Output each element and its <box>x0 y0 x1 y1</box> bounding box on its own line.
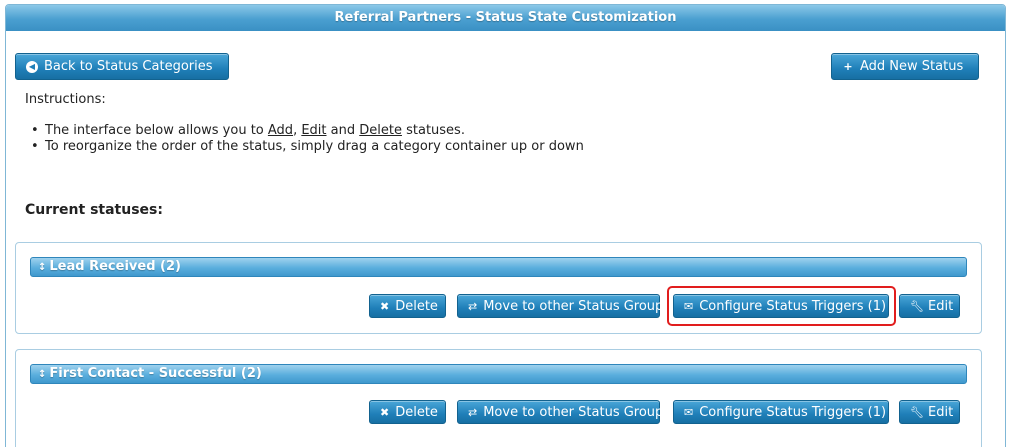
add-new-status-button[interactable]: + Add New Status <box>831 53 979 80</box>
current-statuses-heading: Current statuses: <box>25 202 163 218</box>
status-container[interactable]: ↕ First Contact - Successful (2) <box>15 349 982 447</box>
updown-arrow-icon: ↕ <box>38 262 47 273</box>
updown-arrow-icon: ↕ <box>38 369 47 380</box>
delete-status-button[interactable]: ✖ Delete <box>369 400 446 424</box>
instructions-heading: Instructions: <box>25 92 106 107</box>
triggers-label: Configure Status Triggers (1) <box>699 404 887 420</box>
triggers-label: Configure Status Triggers (1) <box>699 298 887 314</box>
delete-label: Delete <box>395 404 438 420</box>
edit-label: Edit <box>928 298 954 314</box>
x-icon: ✖ <box>380 405 390 419</box>
delete-status-button[interactable]: ✖ Delete <box>369 294 446 318</box>
plus-icon: + <box>843 60 853 73</box>
x-icon: ✖ <box>380 299 390 313</box>
panel-title: Referral Partners - Status State Customi… <box>6 5 1005 31</box>
edit-status-button[interactable]: 🔧︎ Edit <box>899 294 960 318</box>
instruction-text: and <box>326 123 360 138</box>
instruction-item: The interface below allows you to Add, E… <box>29 123 589 139</box>
delete-link: Delete <box>359 123 402 138</box>
circle-arrow-left-icon: ◀ <box>26 60 38 73</box>
instruction-text: The interface below allows you to <box>45 123 268 138</box>
instruction-text: To reorganize the order of the status, s… <box>45 139 584 154</box>
wrench-icon: 🔧︎ <box>910 405 924 419</box>
status-title: Lead Received (2) <box>49 259 181 274</box>
envelope-icon: ✉ <box>684 299 694 313</box>
add-button-label: Add New Status <box>860 59 964 74</box>
status-title: First Contact - Successful (2) <box>49 366 262 381</box>
move-status-group-button[interactable]: ⇄ Move to other Status Group <box>457 294 664 318</box>
instruction-item: To reorganize the order of the status, s… <box>29 139 589 155</box>
envelope-icon: ✉ <box>684 405 694 419</box>
status-drag-bar[interactable]: ↕ First Contact - Successful (2) <box>30 364 967 384</box>
swap-arrows-icon: ⇄ <box>468 405 478 419</box>
status-drag-bar[interactable]: ↕ Lead Received (2) <box>30 257 967 277</box>
move-status-group-button[interactable]: ⇄ Move to other Status Group <box>457 400 664 424</box>
configure-triggers-button[interactable]: ✉ Configure Status Triggers (1) <box>673 294 889 318</box>
back-to-categories-button[interactable]: ◀ Back to Status Categories <box>15 53 229 80</box>
delete-label: Delete <box>395 298 438 314</box>
add-link: Add <box>267 123 294 138</box>
move-label: Move to other Status Group <box>483 298 664 314</box>
move-label: Move to other Status Group <box>483 404 664 420</box>
back-button-label: Back to Status Categories <box>44 59 213 74</box>
wrench-icon: 🔧︎ <box>910 299 924 313</box>
swap-arrows-icon: ⇄ <box>468 299 478 313</box>
instruction-text: statuses. <box>401 123 465 138</box>
instructions-list: The interface below allows you to Add, E… <box>29 123 589 155</box>
edit-label: Edit <box>928 404 954 420</box>
edit-link: Edit <box>301 123 327 138</box>
configure-triggers-button[interactable]: ✉ Configure Status Triggers (1) <box>673 400 889 424</box>
edit-status-button[interactable]: 🔧︎ Edit <box>899 400 960 424</box>
